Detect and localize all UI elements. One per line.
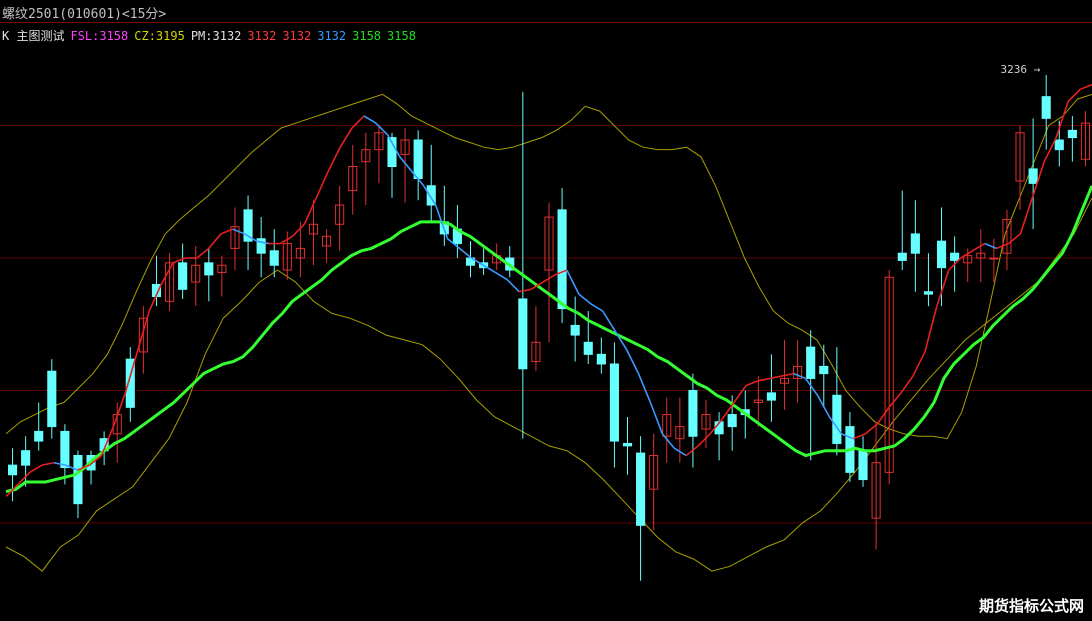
ma-short-segment [876, 406, 890, 425]
candle-body-down [73, 455, 83, 505]
ma-short-segment [578, 293, 592, 305]
ma-short-segment [781, 372, 794, 377]
candle-body-down [7, 464, 18, 476]
ma-short-segment [566, 269, 580, 295]
candle-body-down [950, 252, 960, 261]
ma-short-segment [291, 223, 305, 237]
candle-body-down [204, 262, 214, 276]
ma-short-segment [972, 242, 986, 252]
candle-body-down [910, 233, 920, 254]
candle-body-down [518, 298, 528, 370]
ma-short-segment [375, 122, 389, 136]
candle-body-down [1054, 139, 1064, 151]
candle-body-up [989, 257, 999, 260]
ma-short-segment [351, 115, 365, 129]
ma-short-segment [41, 461, 54, 466]
candlestick-chart[interactable]: 3236 → [0, 22, 1092, 600]
ma-short-segment [494, 271, 508, 281]
candle-body-down [1028, 168, 1038, 184]
ma-short-segment [685, 445, 699, 457]
candle-body-down [34, 430, 44, 442]
candle-body-down [923, 291, 934, 295]
candle-body-down [21, 450, 31, 466]
ma-short-segment [29, 464, 43, 474]
ma-short-segment [960, 250, 974, 259]
candle-body-down [622, 442, 633, 447]
ma-short-segment [482, 264, 496, 274]
ma-short-segment [458, 247, 472, 259]
candle-body-down [727, 414, 737, 428]
ma-short-segment [984, 242, 997, 250]
candle-body-down [178, 262, 188, 290]
ma-short-segment [936, 269, 950, 307]
max-price-label: 3236 → [1000, 63, 1040, 76]
watermark-text: 期货指标公式网 [978, 597, 1084, 615]
ma-short-segment [733, 385, 747, 403]
ma-short-segment [625, 349, 640, 374]
ma-short-segment [160, 262, 174, 285]
candle-body-down [570, 324, 580, 336]
ma-short-segment [303, 197, 318, 225]
candle-body-down [936, 240, 947, 269]
ma-short-segment [506, 279, 520, 293]
ma-short-segment [196, 247, 210, 259]
ma-short-segment [112, 392, 127, 427]
candle-body-down [858, 450, 868, 481]
candle-body-down [766, 392, 776, 401]
ma-short-segment [590, 303, 604, 312]
ma-short-segment [363, 115, 377, 124]
ma-short-segment [864, 423, 878, 435]
ma-short-segment [649, 402, 664, 435]
candle-body-down [636, 452, 646, 526]
ma-short-segment [280, 235, 293, 245]
instrument-title[interactable]: 螺纹2501(010601)<15分> [2, 3, 166, 22]
ma-short-segment [1079, 83, 1092, 91]
ma-short-segment [793, 372, 806, 380]
candle-body-down [806, 346, 816, 379]
candle-body-down [596, 353, 606, 365]
candle-body-down [47, 370, 57, 428]
candle-body-down [688, 389, 698, 437]
candle-body-down [583, 341, 593, 355]
ma-short-segment [912, 351, 926, 377]
ma-short-segment [757, 377, 770, 382]
candle-body-down [1041, 96, 1051, 119]
ma-short-segment [1067, 88, 1081, 103]
ma-short-segment [1007, 233, 1021, 245]
candle-body-down [60, 430, 70, 469]
candle-body-down [557, 209, 567, 310]
ma-short-segment [519, 288, 532, 293]
chart-titlebar: 螺纹2501(010601)<15分> [0, 0, 1092, 23]
candle-body-down [897, 252, 907, 261]
candle-body-down [1067, 129, 1077, 139]
candle-body-down [832, 394, 842, 444]
ma-short-segment [315, 170, 329, 199]
ma-short-segment [399, 156, 413, 172]
ma-short-segment [888, 392, 902, 408]
candle-body-down [819, 365, 829, 375]
ma-short-segment [208, 233, 222, 249]
ma-short-segment [697, 433, 711, 447]
candle-body-down [269, 250, 279, 266]
ma-short-segment [637, 373, 652, 403]
candle-body-down [413, 139, 423, 180]
ma-short-segment [745, 380, 759, 387]
candle-body-down [609, 363, 619, 442]
ma-short-segment [339, 127, 353, 148]
ma-short-segment [1019, 197, 1034, 235]
ma-short-segment [172, 257, 186, 264]
ma-short-segment [924, 305, 938, 353]
ma-short-segment [327, 146, 341, 172]
ma-short-segment [804, 377, 819, 396]
